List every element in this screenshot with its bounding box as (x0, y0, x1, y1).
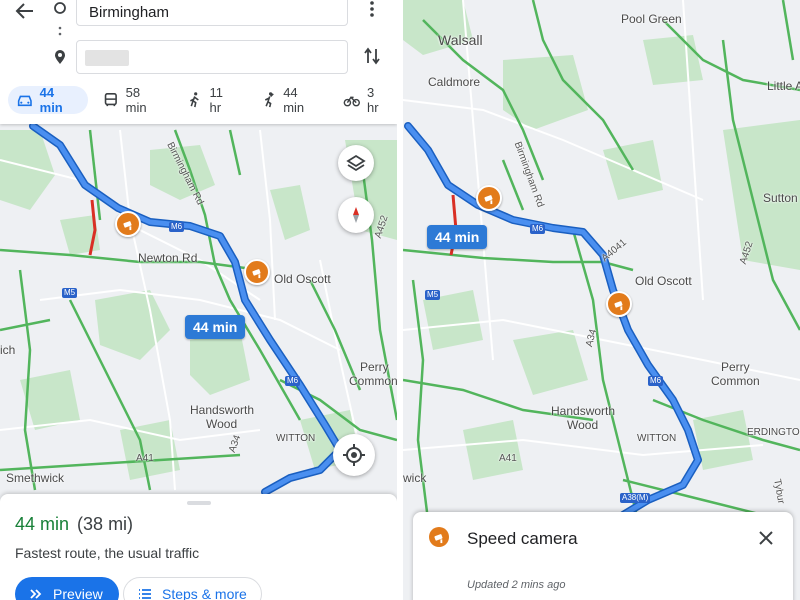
layers-button[interactable] (338, 145, 374, 181)
mode-rideshare-tab[interactable]: 44 min (252, 85, 330, 115)
layers-icon (346, 154, 366, 172)
bike-icon (344, 96, 361, 107)
route-summary-line: 44 min (38 mi) (15, 514, 133, 535)
speed-camera-icon (122, 220, 131, 230)
arrow-left-icon (15, 3, 33, 19)
map-label-witton: WITTON (637, 433, 677, 444)
route-description: Fastest route, the usual traffic (15, 545, 200, 561)
route-summary-sheet[interactable]: 44 min (38 mi) Fastest route, the usual … (0, 494, 397, 600)
map-label-pool-green: Pool Green (621, 12, 682, 26)
mode-driving-label: 44 min (39, 85, 63, 115)
back-button[interactable] (12, 0, 38, 22)
more-vert-icon (370, 1, 374, 17)
route-distance: (38 mi) (77, 514, 134, 534)
road-shield-a38m: A38(M) (620, 493, 651, 503)
map-label-erdington: ERDINGTON (747, 427, 800, 438)
double-chevron-icon (30, 589, 42, 599)
left-screen: Newton Rd Birmingham Rd Old Oscott Perry… (0, 0, 397, 600)
origin-field[interactable]: Birmingham (76, 0, 348, 26)
map-label-wood: Wood (567, 418, 599, 432)
close-button[interactable] (756, 528, 776, 548)
speed-camera-marker[interactable] (244, 259, 270, 285)
map-label-walsall: Walsall (438, 32, 483, 48)
map-label-newton-rd: Newton Rd (138, 251, 198, 265)
route-duration-badge[interactable]: 44 min (427, 225, 488, 249)
swap-vert-icon (364, 47, 380, 65)
swap-button[interactable] (362, 46, 382, 66)
close-icon (759, 531, 773, 545)
map-label-a41: A41 (136, 453, 154, 464)
map-label-little-a: Little A (767, 79, 800, 93)
map-label-perry: Perry (360, 360, 389, 374)
speed-camera-icon (433, 533, 442, 543)
my-location-button[interactable] (333, 434, 375, 476)
speed-camera-marker[interactable] (115, 211, 141, 237)
mode-transit-label: 58 min (125, 85, 147, 115)
more-options-button[interactable] (362, 0, 382, 18)
mode-cycling-label: 3 hr (367, 85, 379, 115)
map-label-handsworth: Handsworth (190, 403, 255, 417)
map-label-witton: WITTON (276, 433, 316, 444)
map-label-wood: Wood (206, 417, 238, 431)
map-label-perry: Perry (721, 360, 750, 374)
route-duration-badge[interactable]: 44 min (185, 315, 246, 339)
preview-label: Preview (53, 586, 103, 600)
travel-mode-tabs: 44 min 58 min 11 hr 44 min 3 hr (8, 85, 397, 115)
map-label-caldmore: Caldmore (428, 75, 481, 89)
road-shield-m6: M6 (285, 376, 301, 386)
preview-button[interactable]: Preview (15, 577, 119, 600)
speed-camera-marker[interactable] (476, 185, 502, 211)
mode-driving-tab[interactable]: 44 min (8, 85, 88, 115)
map-canvas[interactable] (403, 0, 800, 600)
mode-rideshare-label: 44 min (283, 85, 305, 115)
rideshare-icon (264, 92, 274, 108)
sheet-title: Speed camera (467, 529, 578, 548)
map-label-old-oscott: Old Oscott (635, 274, 692, 288)
map-label-smethwick: Smethwick (6, 471, 65, 485)
bus-icon (104, 93, 117, 107)
mode-walking-label: 11 hr (209, 85, 223, 115)
mode-cycling-tab[interactable]: 3 hr (335, 85, 397, 115)
destination-field[interactable] (76, 40, 348, 74)
mode-walking-tab[interactable]: 11 hr (178, 85, 246, 115)
road-shield-m6: M6 (648, 376, 664, 386)
compass-button[interactable] (338, 197, 374, 233)
sheet-drag-handle[interactable] (187, 501, 211, 505)
map-label-handsworth: Handsworth (551, 404, 616, 418)
speed-camera-marker[interactable] (606, 291, 632, 317)
destination-pin-icon (55, 50, 65, 64)
origin-circle-icon (54, 2, 66, 14)
map-label-wick: wick (403, 471, 427, 485)
speed-camera-badge (429, 527, 449, 547)
car-icon (17, 95, 32, 107)
road-shield-m6: M6 (169, 222, 185, 232)
road-shield-m5: M5 (425, 290, 441, 300)
directions-header: Birmingham 44 min 58 min 11 hr 44 min 3 … (0, 0, 397, 124)
map-label-ich: ich (0, 343, 16, 357)
map-label-common: Common (349, 374, 397, 388)
list-icon (139, 589, 151, 599)
walk-icon (189, 92, 199, 108)
mode-transit-tab[interactable]: 58 min (94, 85, 172, 115)
speed-camera-icon (483, 194, 492, 204)
speed-camera-icon (251, 268, 260, 278)
right-screen: Walsall Pool Green Caldmore Little A Bir… (403, 0, 800, 600)
updated-text: Updated 2 mins ago (467, 579, 566, 591)
road-shield-m5: M5 (62, 288, 78, 298)
map-label-a41: A41 (499, 453, 517, 464)
speed-camera-icon (613, 300, 622, 310)
crosshair-icon (343, 444, 365, 466)
speed-camera-sheet[interactable]: Speed camera Updated 2 mins ago (413, 512, 793, 600)
map-label-sutton: Sutton (763, 191, 798, 205)
route-dots-icon (58, 26, 62, 36)
steps-more-button[interactable]: Steps & more (123, 577, 262, 600)
map-label-common: Common (711, 374, 760, 388)
road-shield-m6: M6 (530, 224, 546, 234)
compass-icon (353, 207, 359, 223)
destination-blurred (85, 50, 129, 66)
route-duration: 44 min (15, 514, 70, 534)
steps-more-label: Steps & more (162, 586, 247, 600)
map-label-old-oscott: Old Oscott (274, 272, 331, 286)
